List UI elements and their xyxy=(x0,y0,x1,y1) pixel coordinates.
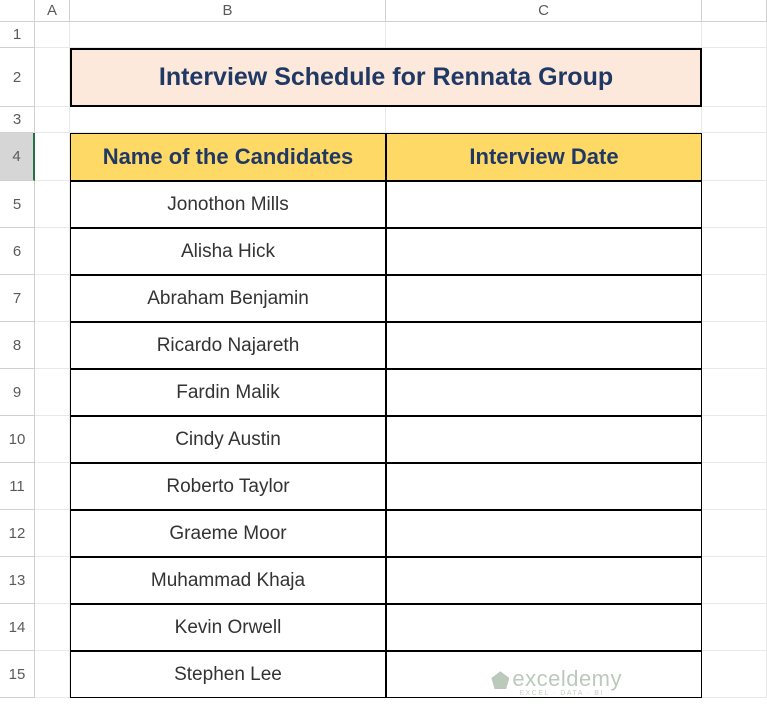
interview-date-cell[interactable] xyxy=(386,369,702,416)
interview-date-cell[interactable] xyxy=(386,416,702,463)
candidate-name-cell[interactable]: Fardin Malik xyxy=(70,369,386,416)
cell-a8[interactable] xyxy=(35,322,70,369)
cell-d14[interactable] xyxy=(702,604,767,651)
row-header-8[interactable]: 8 xyxy=(0,322,35,369)
cell-d13[interactable] xyxy=(702,557,767,604)
cell-a13[interactable] xyxy=(35,557,70,604)
row-header-1[interactable]: 1 xyxy=(0,22,35,48)
cell-d11[interactable] xyxy=(702,463,767,510)
col-header-c[interactable]: C xyxy=(386,0,702,22)
cell-a1[interactable] xyxy=(35,22,70,48)
cell-a2[interactable] xyxy=(35,48,70,107)
title-cell[interactable]: Interview Schedule for Rennata Group xyxy=(70,48,702,107)
interview-date-cell[interactable] xyxy=(386,275,702,322)
cell-a7[interactable] xyxy=(35,275,70,322)
row-header-9[interactable]: 9 xyxy=(0,369,35,416)
cell-a12[interactable] xyxy=(35,510,70,557)
select-all-corner[interactable] xyxy=(0,0,35,22)
cell-d10[interactable] xyxy=(702,416,767,463)
interview-date-cell[interactable] xyxy=(386,181,702,228)
row-header-15[interactable]: 15 xyxy=(0,651,35,698)
row-header-14[interactable]: 14 xyxy=(0,604,35,651)
candidate-name-cell[interactable]: Stephen Lee xyxy=(70,651,386,698)
cell-a10[interactable] xyxy=(35,416,70,463)
row-header-13[interactable]: 13 xyxy=(0,557,35,604)
row-header-12[interactable]: 12 xyxy=(0,510,35,557)
cell-c3[interactable] xyxy=(386,107,702,133)
cell-d15[interactable] xyxy=(702,651,767,698)
cell-a6[interactable] xyxy=(35,228,70,275)
col-header-a[interactable]: A xyxy=(35,0,70,22)
interview-date-cell[interactable] xyxy=(386,228,702,275)
interview-date-cell[interactable] xyxy=(386,651,702,698)
cell-a14[interactable] xyxy=(35,604,70,651)
row-header-10[interactable]: 10 xyxy=(0,416,35,463)
row-header-11[interactable]: 11 xyxy=(0,463,35,510)
interview-date-cell[interactable] xyxy=(386,322,702,369)
header-date[interactable]: Interview Date xyxy=(386,133,702,181)
col-header-blank[interactable] xyxy=(702,0,767,22)
row-header-2[interactable]: 2 xyxy=(0,48,35,107)
row-header-4[interactable]: 4 xyxy=(0,133,35,181)
candidate-name-cell[interactable]: Alisha Hick xyxy=(70,228,386,275)
cell-d8[interactable] xyxy=(702,322,767,369)
candidate-name-cell[interactable]: Kevin Orwell xyxy=(70,604,386,651)
spreadsheet-grid[interactable]: A B C 1 2 Interview Schedule for Rennata… xyxy=(0,0,767,698)
cell-d6[interactable] xyxy=(702,228,767,275)
candidate-name-cell[interactable]: Abraham Benjamin xyxy=(70,275,386,322)
interview-date-cell[interactable] xyxy=(386,557,702,604)
row-header-6[interactable]: 6 xyxy=(0,228,35,275)
cell-b1[interactable] xyxy=(70,22,386,48)
row-header-7[interactable]: 7 xyxy=(0,275,35,322)
candidate-name-cell[interactable]: Ricardo Najareth xyxy=(70,322,386,369)
col-header-b[interactable]: B xyxy=(70,0,386,22)
cell-a9[interactable] xyxy=(35,369,70,416)
cell-d12[interactable] xyxy=(702,510,767,557)
interview-date-cell[interactable] xyxy=(386,510,702,557)
cell-a15[interactable] xyxy=(35,651,70,698)
candidate-name-cell[interactable]: Roberto Taylor xyxy=(70,463,386,510)
interview-date-cell[interactable] xyxy=(386,604,702,651)
cell-d2[interactable] xyxy=(702,48,767,107)
candidate-name-cell[interactable]: Jonothon Mills xyxy=(70,181,386,228)
row-header-3[interactable]: 3 xyxy=(0,107,35,133)
cell-d4[interactable] xyxy=(702,133,767,181)
header-name[interactable]: Name of the Candidates xyxy=(70,133,386,181)
cell-d5[interactable] xyxy=(702,181,767,228)
cell-a5[interactable] xyxy=(35,181,70,228)
candidate-name-cell[interactable]: Graeme Moor xyxy=(70,510,386,557)
interview-date-cell[interactable] xyxy=(386,463,702,510)
cell-d9[interactable] xyxy=(702,369,767,416)
cell-a3[interactable] xyxy=(35,107,70,133)
cell-d7[interactable] xyxy=(702,275,767,322)
cell-c1[interactable] xyxy=(386,22,702,48)
cell-d1[interactable] xyxy=(702,22,767,48)
candidate-name-cell[interactable]: Muhammad Khaja xyxy=(70,557,386,604)
row-header-5[interactable]: 5 xyxy=(0,181,35,228)
candidate-name-cell[interactable]: Cindy Austin xyxy=(70,416,386,463)
cell-a4[interactable] xyxy=(35,133,70,181)
cell-d3[interactable] xyxy=(702,107,767,133)
cell-b3[interactable] xyxy=(70,107,386,133)
cell-a11[interactable] xyxy=(35,463,70,510)
